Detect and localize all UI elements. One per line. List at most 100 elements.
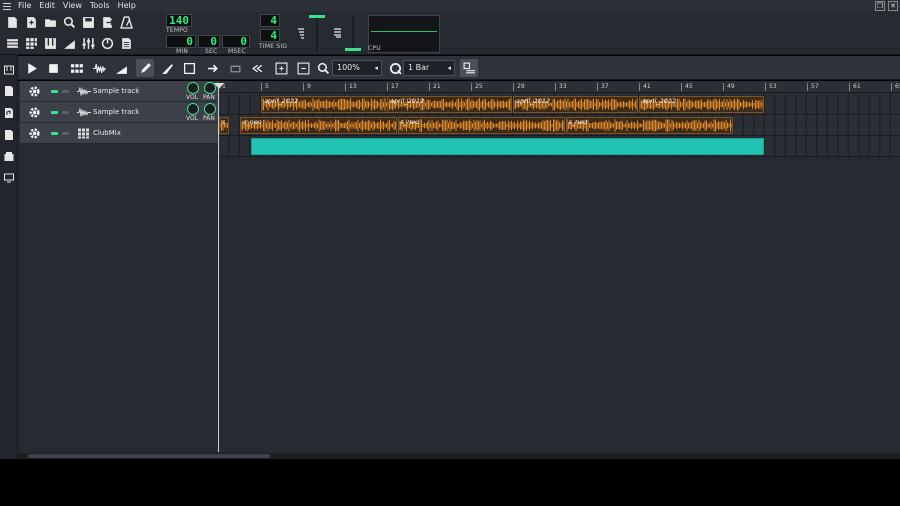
zoom-select[interactable]: 100% ◂ bbox=[332, 60, 382, 76]
my-presets-icon[interactable] bbox=[2, 128, 16, 142]
clip-label: april_2012 bbox=[516, 97, 551, 105]
track-header[interactable]: Sample track VOL PAN bbox=[20, 81, 219, 102]
sample-clip[interactable]: s_neo bbox=[565, 117, 733, 134]
beat-editor-icon[interactable] bbox=[23, 35, 40, 52]
solo-button[interactable] bbox=[62, 90, 69, 93]
mixer-icon[interactable] bbox=[80, 35, 97, 52]
menu-help[interactable]: Help bbox=[114, 0, 140, 12]
time-sec-label: SEC bbox=[205, 48, 218, 55]
sample-clip[interactable]: s_neo bbox=[240, 117, 397, 134]
timesig-denominator[interactable]: 4 bbox=[260, 29, 280, 42]
volume-knob[interactable] bbox=[187, 82, 199, 94]
tempo-display[interactable]: 140 bbox=[166, 14, 192, 27]
master-volume-handle[interactable] bbox=[309, 15, 325, 18]
automation-editor-icon[interactable] bbox=[61, 35, 78, 52]
master-pitch-handle[interactable] bbox=[345, 48, 361, 51]
quantize-select[interactable]: 1 Bar ◂ bbox=[403, 60, 455, 76]
quantize-value: 1 Bar bbox=[408, 63, 430, 72]
track-header[interactable]: ClubMix bbox=[20, 123, 219, 144]
stop-behaviour-button[interactable] bbox=[248, 59, 266, 77]
menu-file[interactable]: File bbox=[14, 0, 35, 12]
beat-pattern-clip[interactable] bbox=[250, 138, 764, 155]
playhead-marker[interactable] bbox=[214, 83, 224, 89]
add-sample-track-button[interactable] bbox=[90, 59, 108, 77]
metronome-icon[interactable] bbox=[118, 14, 135, 31]
knife-mode-button[interactable] bbox=[158, 59, 176, 77]
mute-button[interactable] bbox=[51, 132, 58, 135]
waveform bbox=[566, 119, 732, 132]
master-volume-slider[interactable] bbox=[316, 16, 318, 52]
track-lane[interactable]: s s_neo s_neo s_neo bbox=[219, 115, 900, 136]
cpu-label: CPU bbox=[368, 45, 381, 52]
new-project-icon[interactable] bbox=[4, 14, 21, 31]
pan-label: PAN bbox=[203, 94, 215, 101]
timeline-ruler[interactable]: 1591317212529333741454953576165 bbox=[219, 81, 900, 93]
master-pitch-slider[interactable] bbox=[352, 16, 354, 52]
waveform bbox=[241, 119, 396, 132]
sample-clip[interactable]: april_2012 bbox=[639, 96, 764, 113]
piano-roll-icon[interactable] bbox=[42, 35, 59, 52]
my-samples-icon[interactable] bbox=[2, 106, 16, 120]
master-pitch-icon[interactable] bbox=[334, 28, 341, 38]
add-beat-track-button[interactable] bbox=[68, 59, 86, 77]
add-automation-track-button[interactable] bbox=[112, 59, 130, 77]
open-project-icon[interactable] bbox=[42, 14, 59, 31]
play-button[interactable] bbox=[22, 59, 40, 77]
scrollbar-thumb[interactable] bbox=[28, 454, 270, 458]
menu-edit[interactable]: Edit bbox=[35, 0, 59, 12]
loop-points-button[interactable] bbox=[226, 59, 244, 77]
track-name[interactable]: Sample track bbox=[93, 87, 139, 95]
stop-button[interactable] bbox=[44, 59, 62, 77]
sample-clip[interactable]: april_2012 bbox=[513, 96, 638, 113]
solo-button[interactable] bbox=[62, 111, 69, 114]
bar-number: 53 bbox=[765, 83, 777, 91]
draw-mode-button[interactable] bbox=[136, 59, 154, 77]
menu-tools[interactable]: Tools bbox=[86, 0, 114, 12]
new-from-template-icon[interactable] bbox=[23, 14, 40, 31]
track-header[interactable]: Sample track VOL PAN bbox=[20, 102, 219, 123]
track-lane[interactable]: april_2012 april_2012 april_2012 april_2012 bbox=[219, 94, 900, 115]
gear-icon[interactable] bbox=[28, 106, 41, 119]
menu-view[interactable]: View bbox=[59, 0, 86, 12]
bar-number: 21 bbox=[429, 83, 441, 91]
computer-icon[interactable] bbox=[2, 171, 16, 185]
mute-button[interactable] bbox=[51, 90, 58, 93]
timesig-numerator[interactable]: 4 bbox=[260, 14, 280, 27]
master-volume-icon[interactable] bbox=[298, 28, 304, 40]
gear-icon[interactable] bbox=[28, 127, 41, 140]
my-projects-icon[interactable] bbox=[2, 84, 16, 98]
track-name[interactable]: Sample track bbox=[93, 108, 139, 116]
my-home-icon[interactable] bbox=[2, 150, 16, 164]
sample-clip[interactable]: april_2012 bbox=[387, 96, 512, 113]
main-toolbar: 140 TEMPO 0 MIN 0 SEC 0 MSEC 4 4 TIME SI… bbox=[0, 12, 900, 55]
track-name[interactable]: ClubMix bbox=[93, 129, 121, 137]
track-lane[interactable] bbox=[219, 136, 900, 157]
recent-projects-icon[interactable] bbox=[61, 14, 78, 31]
export-project-icon[interactable] bbox=[99, 14, 116, 31]
bar-number: 5 bbox=[261, 83, 269, 91]
sample-clip[interactable]: april_2012 bbox=[261, 96, 397, 113]
restore-icon[interactable]: ❐ bbox=[875, 1, 885, 11]
remove-bar-button[interactable] bbox=[294, 59, 312, 77]
volume-knob[interactable] bbox=[187, 103, 199, 115]
sample-clip[interactable]: s bbox=[219, 117, 229, 134]
quantize-icon bbox=[386, 59, 404, 77]
project-notes-icon[interactable] bbox=[118, 35, 135, 52]
gear-icon[interactable] bbox=[28, 85, 41, 98]
song-editor-icon[interactable] bbox=[4, 35, 21, 52]
instrument-plugins-icon[interactable] bbox=[2, 63, 16, 77]
select-mode-button[interactable] bbox=[180, 59, 198, 77]
track-lanes[interactable]: april_2012 april_2012 april_2012 april_2012… bbox=[219, 94, 900, 157]
save-project-icon[interactable] bbox=[80, 14, 97, 31]
bar-number: 41 bbox=[639, 83, 651, 91]
controller-rack-icon[interactable] bbox=[99, 35, 116, 52]
pan-knob[interactable] bbox=[204, 103, 216, 115]
proportional-snap-button[interactable] bbox=[460, 59, 478, 77]
auto-scroll-button[interactable] bbox=[204, 59, 222, 77]
solo-button[interactable] bbox=[62, 132, 69, 135]
insert-bar-button[interactable] bbox=[272, 59, 290, 77]
app-menu-icon[interactable] bbox=[0, 0, 14, 12]
sample-clip[interactable]: s_neo bbox=[397, 117, 565, 134]
mute-button[interactable] bbox=[51, 111, 58, 114]
close-icon[interactable]: ✕ bbox=[888, 1, 898, 11]
